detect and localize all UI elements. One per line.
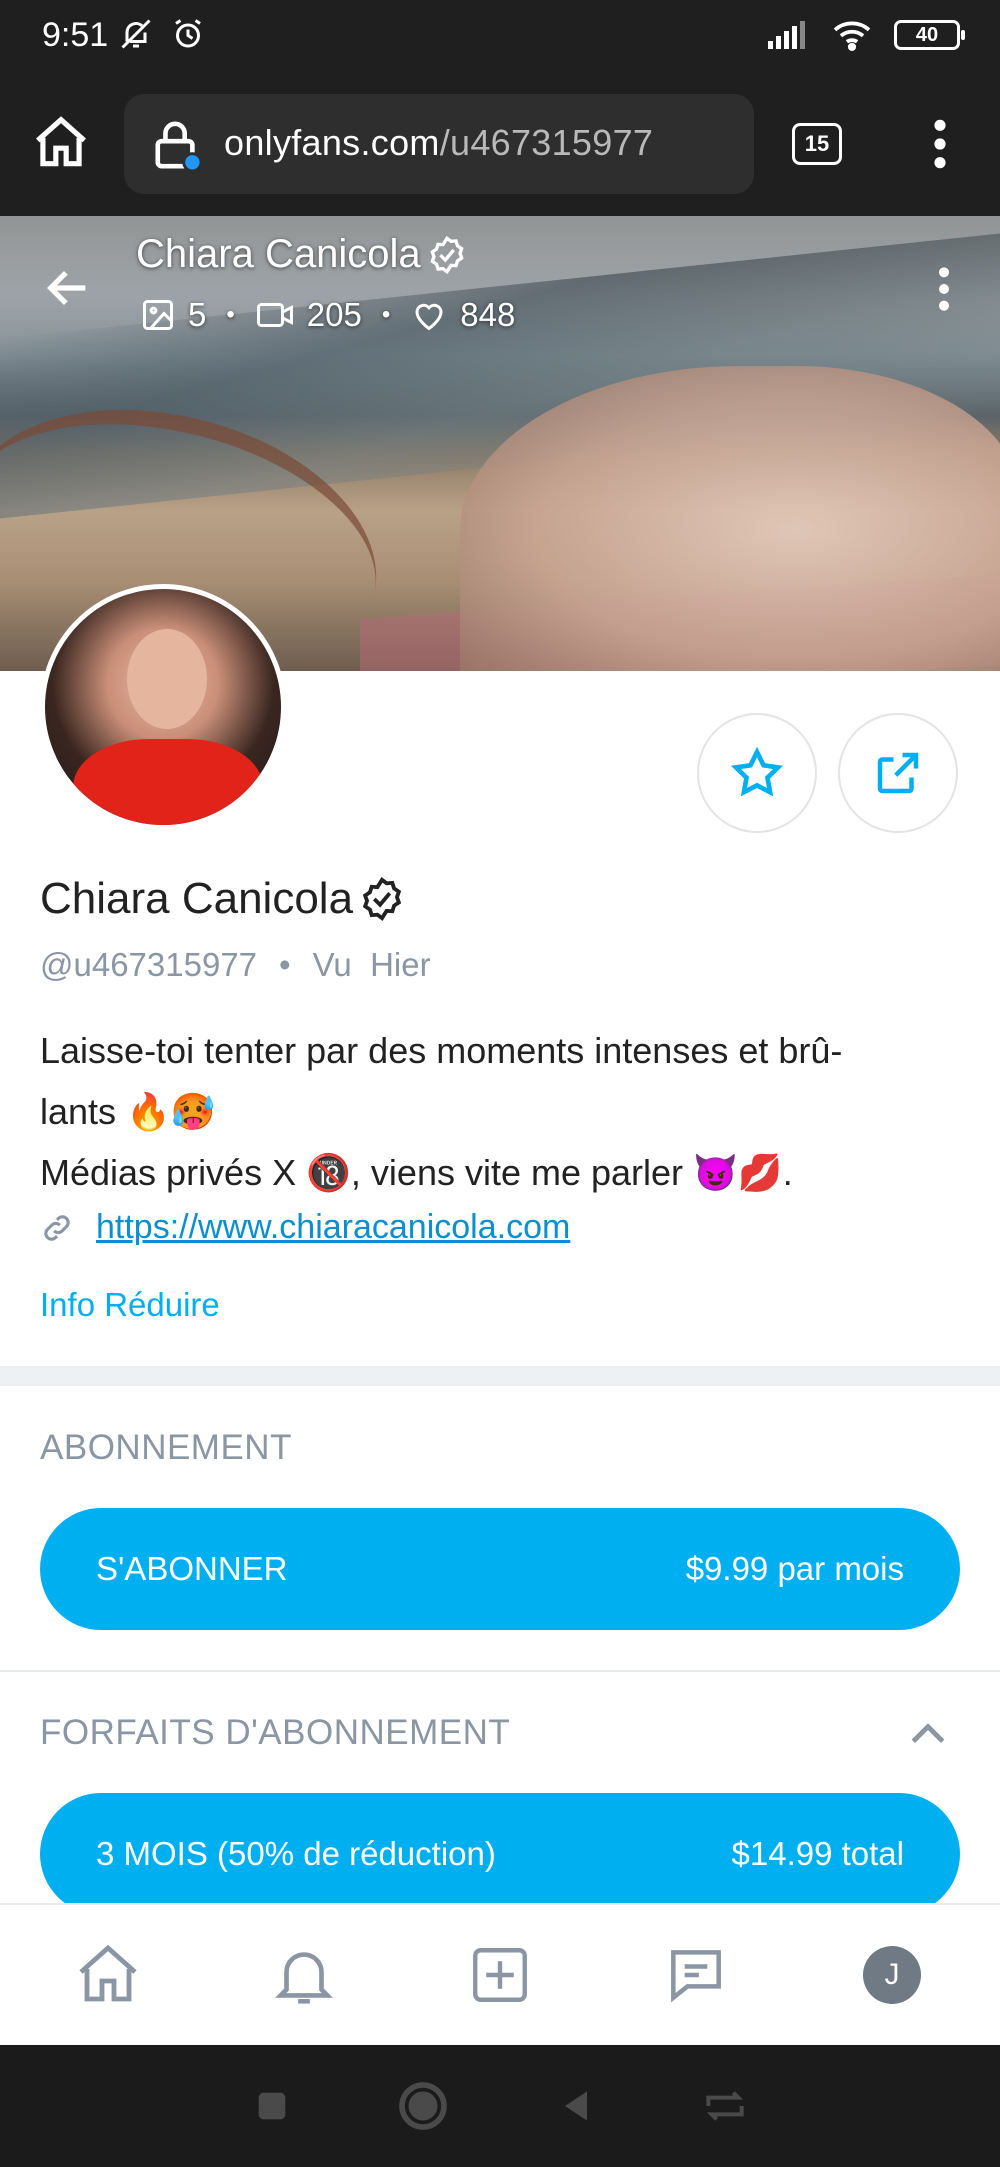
subscribe-label: S'ABONNER	[96, 1550, 288, 1587]
profile-name: Chiara Canicola	[40, 874, 354, 923]
back-arrow-icon[interactable]	[42, 262, 94, 314]
rotate-icon[interactable]	[701, 2086, 749, 2126]
cover-stats: 5 • 205 • 848	[140, 296, 515, 334]
home-icon	[79, 1944, 137, 2002]
bio-line: Laisse-toi tenter par des moments intens…	[40, 1030, 843, 1071]
like-count-value: 848	[460, 296, 516, 333]
profile-meta: @u467315977 • Vu Hier	[40, 946, 431, 984]
photo-count-value: 5	[188, 296, 207, 333]
system-navigation	[0, 2045, 1000, 2167]
subscription-title: ABONNEMENT	[40, 1428, 292, 1467]
profile-handle: @u467315977	[40, 946, 258, 983]
info-collapse-link[interactable]: Info Réduire	[40, 1286, 220, 1324]
video-icon	[256, 303, 293, 327]
section-divider	[0, 1366, 1000, 1386]
subscribe-button[interactable]: S'ABONNER $9.99 par mois	[40, 1508, 960, 1630]
profile-name-row: Chiara Canicola	[40, 874, 405, 924]
nav-home[interactable]	[63, 1930, 153, 2020]
back-triangle-icon[interactable]	[554, 2084, 598, 2128]
meta-separator: •	[279, 946, 291, 983]
bundle-label: 3 MOIS (50% de réduction)	[96, 1835, 496, 1872]
cover-title: Chiara Canicola	[136, 232, 467, 277]
browser-home-icon[interactable]	[30, 112, 92, 174]
subscribe-price: $9.99 par mois	[685, 1550, 904, 1587]
video-count: 205	[255, 296, 362, 334]
photo-count: 5	[140, 296, 206, 334]
nav-messages[interactable]	[651, 1930, 741, 2020]
website-row: https://www.chiaracanicola.com	[40, 1208, 570, 1247]
link-icon	[44, 1214, 70, 1241]
url-path: /u467315977	[439, 122, 654, 163]
browser-toolbar: onlyfans.com/u467315977 15	[0, 72, 1000, 216]
battery-icon: 40	[894, 20, 965, 50]
signal-icon	[768, 21, 805, 49]
section-divider	[0, 1670, 1000, 1672]
profile-bio: Laisse-toi tenter par des moments intens…	[40, 1020, 970, 1203]
chevron-up-icon[interactable]	[906, 1712, 950, 1756]
nav-new-post[interactable]	[455, 1930, 545, 2020]
message-icon	[671, 1950, 721, 2003]
url-domain: onlyfans.com	[224, 122, 440, 163]
favorite-button[interactable]	[697, 713, 817, 833]
profile-menu-icon[interactable]	[932, 264, 956, 314]
nav-profile[interactable]: J	[847, 1930, 937, 2020]
recents-icon[interactable]	[252, 2086, 292, 2126]
status-left-icons	[118, 16, 206, 52]
star-icon	[730, 746, 784, 797]
bio-line: Médias privés X 🔞, viens vite me parler …	[40, 1152, 793, 1193]
like-count: 848	[410, 296, 515, 334]
alarm-icon	[175, 19, 201, 48]
bottom-nav: J	[0, 1903, 1000, 2045]
bundle-price: $14.99 total	[731, 1835, 904, 1872]
bell-icon	[275, 1952, 333, 2004]
bundles-title: FORFAITS D'ABONNEMENT	[40, 1713, 511, 1752]
user-avatar: J	[863, 1946, 921, 2004]
nav-notifications[interactable]	[259, 1930, 349, 2020]
bell-off-icon	[121, 19, 151, 49]
address-bar[interactable]: onlyfans.com/u467315977	[124, 94, 754, 194]
last-seen: Vu Hier	[312, 946, 431, 983]
stat-separator: •	[226, 301, 235, 328]
share-icon	[877, 752, 919, 794]
heart-icon	[415, 303, 443, 331]
video-count-value: 205	[306, 296, 362, 333]
verified-icon	[362, 877, 402, 921]
avatar[interactable]	[40, 584, 286, 830]
home-circle-icon[interactable]	[395, 2078, 451, 2134]
image-icon	[143, 300, 173, 330]
bio-line: lants 🔥🥵	[40, 1091, 216, 1132]
status-time: 9:51	[42, 16, 109, 54]
website-link[interactable]: https://www.chiaracanicola.com	[96, 1208, 570, 1247]
verified-icon	[429, 235, 464, 274]
status-right: 40	[766, 18, 965, 52]
plus-square-icon	[473, 1948, 527, 2002]
wifi-icon	[833, 21, 871, 51]
share-button[interactable]	[838, 713, 958, 833]
stat-separator: •	[381, 301, 391, 328]
browser-menu-icon[interactable]	[920, 116, 960, 172]
battery-level: 40	[915, 23, 939, 46]
bundle-button[interactable]: 3 MOIS (50% de réduction) $14.99 total	[40, 1793, 960, 1915]
lock-icon[interactable]	[152, 118, 202, 172]
status-bar: 9:51 40	[0, 0, 1000, 72]
url-text[interactable]: onlyfans.com/u467315977	[224, 122, 653, 164]
tab-switcher-button[interactable]: 15	[792, 123, 842, 165]
cover-name: Chiara Canicola	[136, 232, 421, 276]
